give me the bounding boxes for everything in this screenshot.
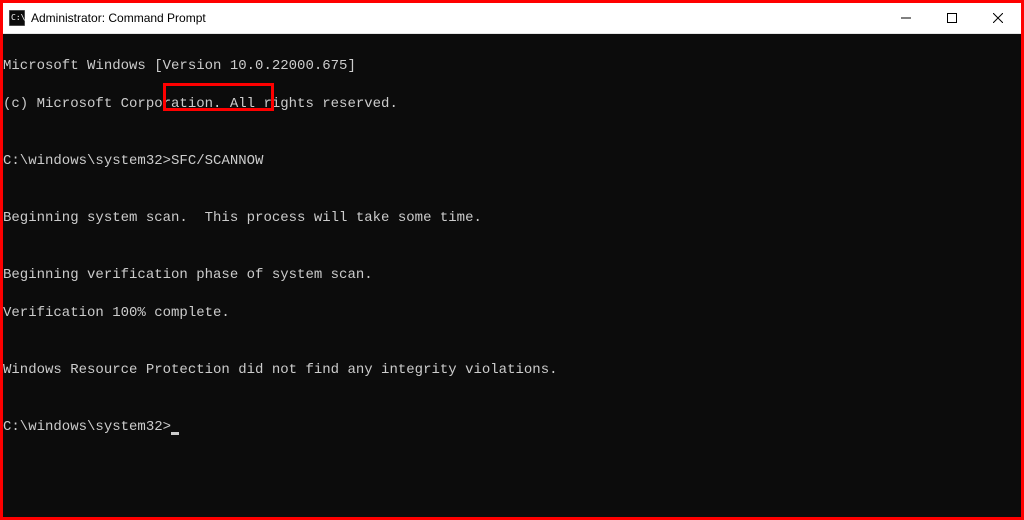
output-line: Beginning system scan. This process will… xyxy=(3,209,1021,228)
output-line: Microsoft Windows [Version 10.0.22000.67… xyxy=(3,57,1021,76)
cursor xyxy=(171,432,179,435)
command-prompt-window: C:\ Administrator: Command Prompt Micros… xyxy=(3,3,1021,517)
output-line: Verification 100% complete. xyxy=(3,304,1021,323)
window-title: Administrator: Command Prompt xyxy=(31,11,883,25)
cmd-icon: C:\ xyxy=(9,10,25,26)
maximize-button[interactable] xyxy=(929,3,975,33)
output-line: Beginning verification phase of system s… xyxy=(3,266,1021,285)
prompt-line: C:\windows\system32> xyxy=(3,418,1021,437)
prompt-prefix: C:\windows\system32> xyxy=(3,153,171,169)
titlebar[interactable]: C:\ Administrator: Command Prompt xyxy=(3,3,1021,34)
svg-text:C:\: C:\ xyxy=(11,13,25,22)
terminal-output[interactable]: Microsoft Windows [Version 10.0.22000.67… xyxy=(3,34,1021,517)
minimize-button[interactable] xyxy=(883,3,929,33)
close-button[interactable] xyxy=(975,3,1021,33)
output-line: Windows Resource Protection did not find… xyxy=(3,361,1021,380)
entered-command: SFC/SCANNOW xyxy=(171,153,263,169)
window-controls xyxy=(883,3,1021,33)
prompt-line: C:\windows\system32>SFC/SCANNOW xyxy=(3,152,1021,171)
output-line: (c) Microsoft Corporation. All rights re… xyxy=(3,95,1021,114)
prompt-prefix: C:\windows\system32> xyxy=(3,419,171,435)
